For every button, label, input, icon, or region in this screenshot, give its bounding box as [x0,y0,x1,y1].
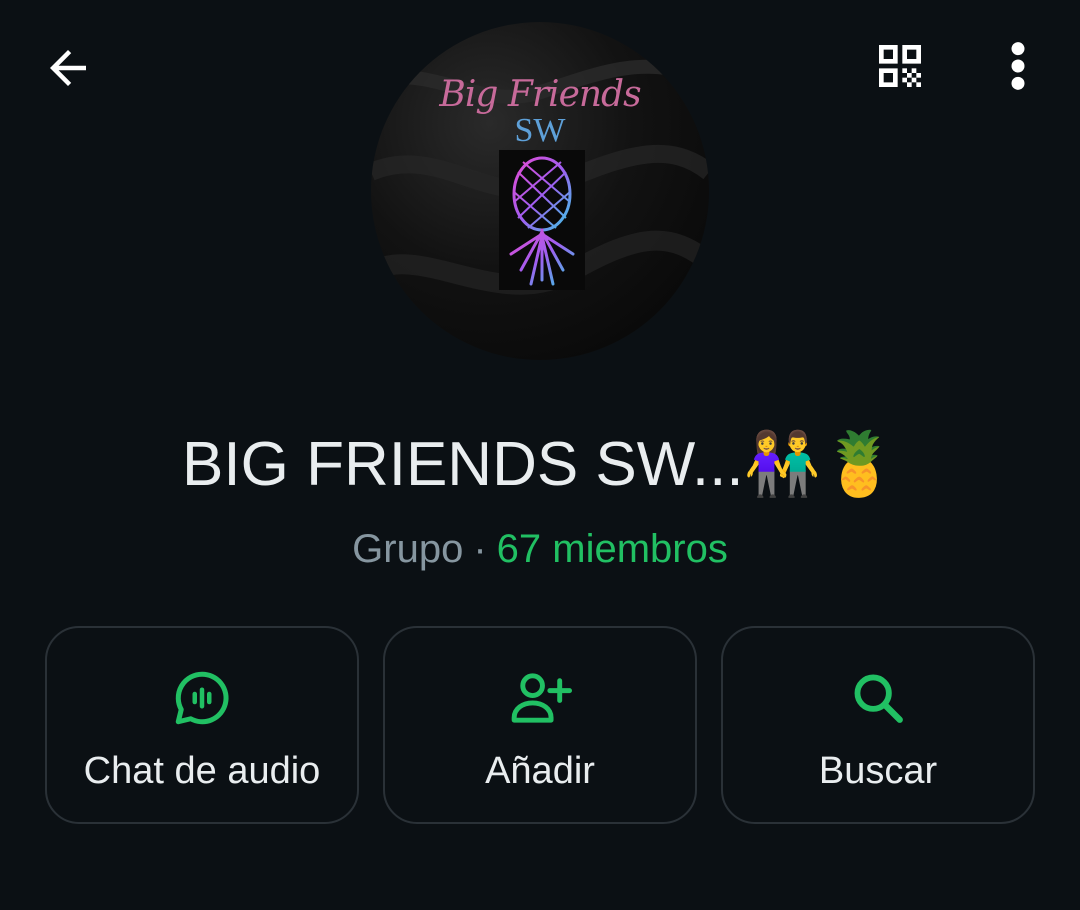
group-meta: Grupo · 67 miembros [0,527,1080,572]
add-person-icon [508,666,572,730]
avatar-logo-subtitle: SW [514,112,566,149]
arrow-left-icon [41,41,95,100]
group-info-screen: Big Friends SW BIG FRIENDS SW...👫🍍 Grupo… [0,0,1080,910]
audio-chat-icon [170,666,234,730]
more-vertical-icon [1008,40,1028,97]
group-avatar[interactable]: Big Friends SW [371,22,709,360]
search-icon [846,666,910,730]
members-count-link[interactable]: 67 miembros [497,527,728,571]
qr-code-button[interactable] [860,28,940,108]
group-name[interactable]: BIG FRIENDS SW...👫🍍 [0,428,1080,501]
audio-chat-button[interactable]: Chat de audio [45,626,359,824]
add-label: Añadir [485,750,595,792]
search-label: Buscar [818,750,938,792]
back-button[interactable] [28,30,108,110]
search-button[interactable]: Buscar [721,626,1035,824]
qr-code-icon [872,38,928,99]
avatar-logo-title: Big Friends [439,74,641,115]
more-options-button[interactable] [978,28,1058,108]
action-buttons-row: Chat de audio Añadir Buscar [45,626,1035,824]
meta-separator: · [473,527,487,571]
avatar-background [371,59,709,295]
group-type-label: Grupo [352,527,464,571]
add-participant-button[interactable]: Añadir [383,626,697,824]
audio-chat-label: Chat de audio [83,750,321,792]
